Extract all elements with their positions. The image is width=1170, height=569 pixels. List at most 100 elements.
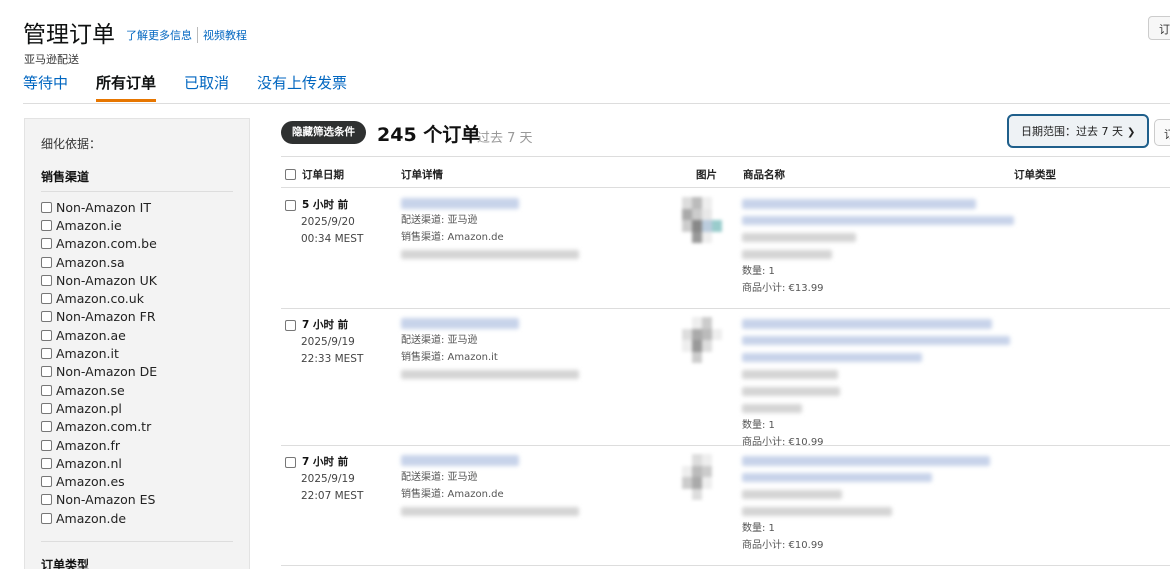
order-tabs: 等待中 所有订单 已取消 没有上传发票	[23, 72, 375, 102]
date-range-value: 过去 7 天	[1076, 125, 1123, 138]
channel-checkbox-item[interactable]: Amazon.com.be	[41, 235, 233, 253]
order-age: 5 小时 前	[302, 199, 349, 211]
channel-label: Amazon.ie	[56, 217, 122, 233]
channel-label: Amazon.es	[56, 474, 125, 490]
tab-cancelled[interactable]: 已取消	[184, 72, 229, 102]
order-type-section: 订单类型	[41, 541, 233, 569]
header-date-label: 订单日期	[302, 169, 344, 181]
hide-filters-button[interactable]: 隐藏筛选条件	[281, 121, 366, 144]
header-image: 图片	[696, 169, 717, 181]
channel-checkbox-item[interactable]: Amazon.com.tr	[41, 418, 233, 436]
channel-checkbox-item[interactable]: Amazon.se	[41, 381, 233, 399]
product-title-link[interactable]	[742, 198, 976, 209]
product-title-link[interactable]	[742, 455, 990, 466]
right-toolbar-button[interactable]: 订	[1154, 119, 1170, 146]
order-count: 245 个订单	[377, 124, 481, 146]
channel-checkbox-item[interactable]: Non-Amazon IT	[41, 198, 233, 216]
checkbox[interactable]	[41, 219, 52, 231]
checkbox[interactable]	[41, 494, 52, 506]
page-subtitle: 亚马逊配送	[24, 53, 79, 66]
checkbox[interactable]	[41, 238, 52, 250]
tab-no-invoice[interactable]: 没有上传发票	[257, 72, 347, 102]
channel-label: Amazon.com.tr	[56, 419, 152, 435]
channel-checkbox-item[interactable]: Amazon.de	[41, 509, 233, 527]
channel-checkbox-item[interactable]: Non-Amazon ES	[41, 491, 233, 509]
checkbox[interactable]	[41, 476, 52, 488]
checkbox[interactable]	[41, 384, 52, 396]
checkbox[interactable]	[41, 256, 52, 268]
learn-more-link[interactable]: 了解更多信息	[126, 27, 197, 43]
checkbox[interactable]	[41, 329, 52, 341]
sales-channel: 销售渠道: Amazon.it	[401, 352, 498, 363]
tab-pending[interactable]: 等待中	[23, 72, 68, 102]
checkbox[interactable]	[41, 457, 52, 469]
video-tutorial-link[interactable]: 视频教程	[197, 27, 252, 43]
results-toolbar: 隐藏筛选条件 245 个订单 过去 7 天 日期范围：过去 7 天 ❯ 订	[281, 114, 1170, 148]
checkbox[interactable]	[41, 366, 52, 378]
channel-label: Amazon.se	[56, 382, 125, 398]
checkbox[interactable]	[41, 402, 52, 414]
order-date: 2025/9/20	[301, 216, 355, 228]
table-row[interactable]: 7 小时 前 2025/9/19 22:07 MEST 配送渠道: 亚马逊 销售…	[281, 446, 1170, 566]
order-date-cell: 7 小时 前 2025/9/19 22:07 MEST	[285, 454, 363, 505]
channel-checkbox-item[interactable]: Amazon.ie	[41, 216, 233, 234]
top-right-button[interactable]: 订	[1148, 16, 1170, 40]
tab-all-orders[interactable]: 所有订单	[96, 72, 157, 102]
order-time: 22:07 MEST	[301, 490, 364, 502]
header-order-type: 订单类型	[1014, 169, 1056, 181]
checkbox[interactable]	[41, 274, 52, 286]
checkbox[interactable]	[41, 421, 52, 433]
order-id-link[interactable]	[401, 198, 519, 209]
select-all-checkbox[interactable]	[285, 169, 296, 180]
row-checkbox[interactable]	[285, 200, 296, 211]
channel-checkbox-item[interactable]: Non-Amazon UK	[41, 271, 233, 289]
header-order-details: 订单详情	[401, 169, 443, 181]
checkbox[interactable]	[41, 311, 52, 323]
sales-channel-title: 销售渠道	[41, 168, 233, 192]
header-order-date: 订单日期	[285, 167, 344, 182]
channel-checkbox-item[interactable]: Amazon.es	[41, 472, 233, 490]
channel-checkbox-item[interactable]: Amazon.it	[41, 344, 233, 362]
channel-label: Amazon.ae	[56, 327, 126, 343]
product-image	[682, 197, 728, 243]
channel-checkbox-item[interactable]: Amazon.pl	[41, 399, 233, 417]
channel-checkbox-item[interactable]: Amazon.co.uk	[41, 289, 233, 307]
date-range-dropdown[interactable]: 日期范围：过去 7 天 ❯	[1007, 114, 1149, 148]
order-date-cell: 5 小时 前 2025/9/20 00:34 MEST	[285, 197, 363, 248]
channel-checkbox-item[interactable]: Amazon.ae	[41, 326, 233, 344]
row-checkbox[interactable]	[285, 320, 296, 331]
product-image	[682, 317, 728, 363]
order-date: 2025/9/19	[301, 473, 355, 485]
order-age: 7 小时 前	[302, 319, 349, 331]
subtotal: 商品小计: €10.99	[742, 540, 824, 551]
checkbox[interactable]	[41, 439, 52, 451]
checkbox[interactable]	[41, 348, 52, 360]
channel-checkbox-item[interactable]: Non-Amazon DE	[41, 363, 233, 381]
table-row[interactable]: 5 小时 前 2025/9/20 00:34 MEST 配送渠道: 亚马逊 销售…	[281, 189, 1170, 309]
row-checkbox[interactable]	[285, 457, 296, 468]
channel-label: Amazon.nl	[56, 455, 122, 471]
tabs-divider	[23, 103, 1170, 104]
sales-channel-list: Non-Amazon IT Amazon.ie Amazon.com.be Am…	[41, 198, 233, 527]
channel-label: Amazon.it	[56, 346, 119, 362]
checkbox[interactable]	[41, 201, 52, 213]
order-id-link[interactable]	[401, 455, 519, 466]
refine-label: 细化依据：	[41, 137, 102, 151]
channel-label: Non-Amazon FR	[56, 309, 156, 325]
checkbox[interactable]	[41, 512, 52, 524]
order-date-cell: 7 小时 前 2025/9/19 22:33 MEST	[285, 317, 363, 368]
channel-checkbox-item[interactable]: Amazon.fr	[41, 436, 233, 454]
order-id-link[interactable]	[401, 318, 519, 329]
channel-label: Amazon.fr	[56, 437, 121, 453]
checkbox[interactable]	[41, 293, 52, 305]
filter-sidebar: 细化依据： 销售渠道 Non-Amazon IT Amazon.ie Amazo…	[24, 118, 250, 569]
fulfillment-channel: 配送渠道: 亚马逊	[401, 335, 478, 346]
table-row[interactable]: 7 小时 前 2025/9/19 22:33 MEST 配送渠道: 亚马逊 销售…	[281, 309, 1170, 448]
product-title-link[interactable]	[742, 318, 992, 329]
subtotal: 商品小计: €13.99	[742, 283, 824, 294]
channel-checkbox-item[interactable]: Amazon.nl	[41, 454, 233, 472]
buyer-info	[401, 250, 579, 259]
channel-checkbox-item[interactable]: Amazon.sa	[41, 253, 233, 271]
channel-checkbox-item[interactable]: Non-Amazon FR	[41, 308, 233, 326]
period-label: 过去 7 天	[477, 131, 533, 146]
